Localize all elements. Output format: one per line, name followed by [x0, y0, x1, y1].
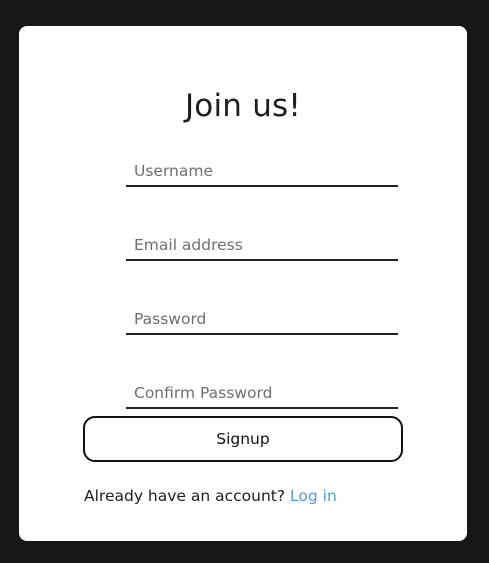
email-input[interactable] — [126, 231, 398, 261]
password-input[interactable] — [126, 305, 398, 335]
signup-card: Join us! — [19, 26, 467, 541]
confirm-password-input[interactable] — [126, 379, 398, 409]
login-link[interactable]: Log in — [290, 487, 337, 505]
username-input[interactable] — [126, 157, 398, 187]
login-prompt: Already have an account? Log in — [84, 486, 337, 506]
page-title: Join us! — [184, 88, 302, 124]
login-prompt-text: Already have an account? — [84, 487, 286, 505]
signup-button[interactable]: Signup — [83, 416, 403, 462]
